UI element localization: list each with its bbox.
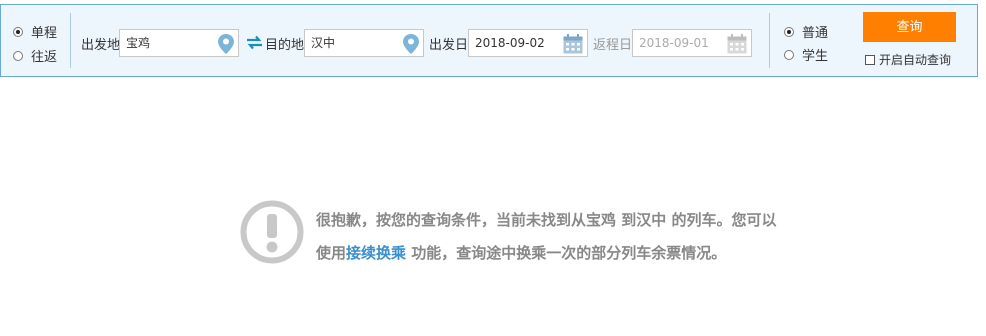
radio-one-way-label: 单程 bbox=[31, 26, 58, 41]
radio-ticket-normal[interactable]: 普通 bbox=[784, 22, 828, 41]
calendar-icon[interactable] bbox=[727, 34, 747, 54]
swap-arrows-icon[interactable] bbox=[246, 35, 263, 50]
transfer-link[interactable]: 接续换乘 bbox=[346, 244, 406, 262]
radio-round-trip[interactable]: 往返 bbox=[13, 46, 57, 65]
auto-query-label: 开启自动查询 bbox=[879, 53, 952, 67]
return-date-value: 2018-09-01 bbox=[639, 36, 709, 50]
from-station-input[interactable]: 宝鸡 bbox=[119, 29, 239, 57]
divider bbox=[769, 13, 770, 68]
from-station-value: 宝鸡 bbox=[126, 36, 151, 50]
search-button[interactable]: 查询 bbox=[863, 12, 956, 42]
depart-date-input[interactable]: 2018-09-02 bbox=[468, 29, 588, 57]
to-station-value: 汉中 bbox=[311, 36, 336, 50]
divider bbox=[70, 13, 71, 68]
to-label: 目的地 bbox=[265, 38, 305, 53]
ticket-search-bar: 单程 往返 出发地 宝鸡 目的地 汉中 出发日 2018-09-02 返程日 2… bbox=[0, 4, 978, 77]
radio-round-trip-label: 往返 bbox=[31, 50, 58, 65]
depart-date-label: 出发日 bbox=[429, 38, 469, 53]
depart-date-value: 2018-09-02 bbox=[475, 36, 545, 50]
radio-button-checked[interactable] bbox=[13, 26, 23, 37]
return-date-input[interactable]: 2018-09-01 bbox=[632, 29, 752, 57]
radio-one-way[interactable]: 单程 bbox=[13, 22, 57, 41]
auto-query-toggle[interactable]: 开启自动查询 bbox=[865, 51, 951, 68]
radio-button[interactable] bbox=[784, 49, 794, 60]
from-label: 出发地 bbox=[81, 38, 121, 53]
return-date-label: 返程日 bbox=[593, 38, 633, 53]
location-pin-icon[interactable] bbox=[218, 34, 234, 54]
radio-ticket-student[interactable]: 学生 bbox=[784, 45, 828, 64]
location-pin-icon[interactable] bbox=[403, 34, 419, 54]
notice-text-after: 功能，查询途中换乘一次的部分列车余票情况。 bbox=[406, 244, 727, 262]
to-station-input[interactable]: 汉中 bbox=[304, 29, 424, 57]
auto-query-checkbox[interactable] bbox=[865, 54, 875, 65]
radio-ticket-normal-label: 普通 bbox=[802, 26, 829, 41]
exclamation-circle-icon bbox=[240, 200, 304, 264]
radio-button-checked[interactable] bbox=[784, 26, 794, 37]
radio-ticket-student-label: 学生 bbox=[802, 49, 829, 64]
calendar-icon[interactable] bbox=[563, 34, 583, 54]
radio-button[interactable] bbox=[13, 50, 23, 61]
no-results-message: 很抱歉，按您的查询条件，当前未找到从宝鸡 到汉中 的列车。您可以使用接续换乘 功… bbox=[316, 204, 786, 270]
